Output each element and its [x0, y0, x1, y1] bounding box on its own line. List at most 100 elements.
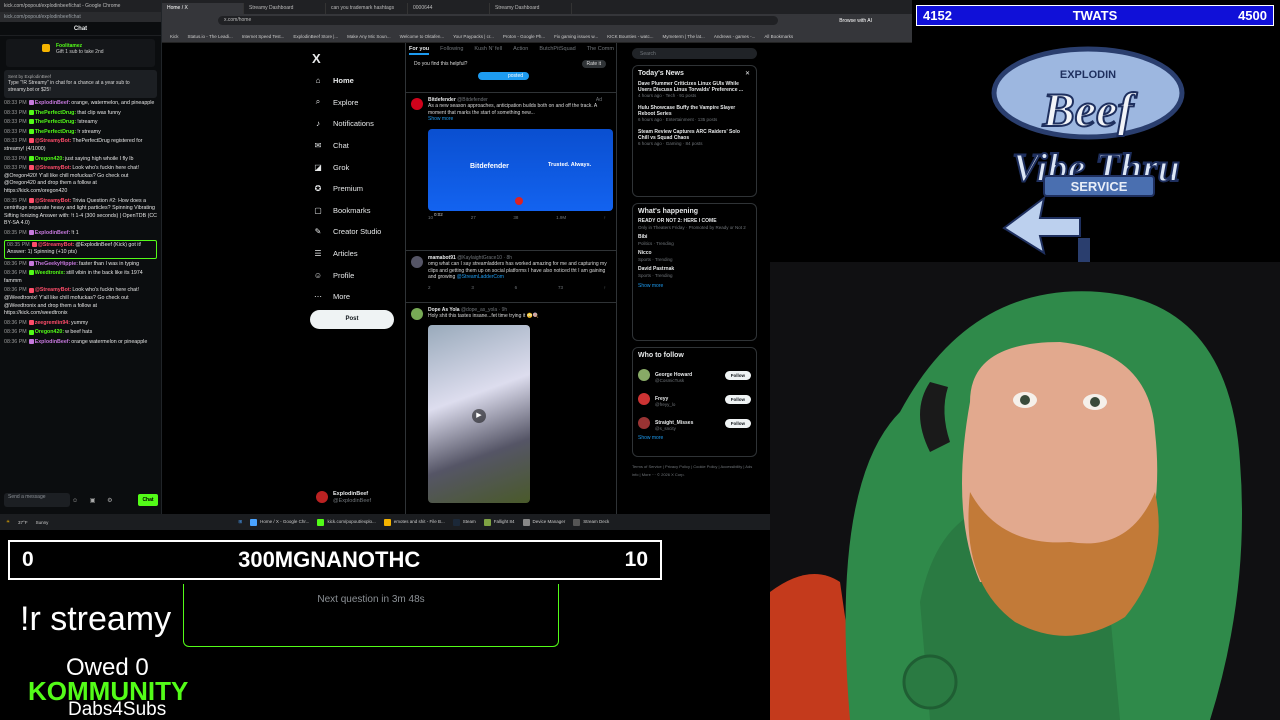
nav-item-creator-studio[interactable]: ✎ Creator Studio	[312, 221, 382, 243]
browser-tab[interactable]: Streamy Dashboard	[244, 3, 326, 14]
reply-count[interactable]: 2	[428, 285, 431, 291]
bookmark-item[interactable]: Your Paypacks | cr...	[453, 34, 494, 39]
taskbar-app[interactable]: Fallight 84	[483, 518, 515, 526]
view-count[interactable]: 1.9M	[556, 215, 566, 221]
pinned-message[interactable]: Sent by ExplodinBeef Type "!R Streamy" i…	[4, 70, 157, 98]
start-button-icon[interactable]: ⊞	[238, 519, 242, 525]
nav-item-bookmarks[interactable]: ▢ Bookmarks	[312, 200, 381, 222]
message-username[interactable]: zeegremlin94:	[35, 320, 70, 326]
nav-item-home[interactable]: ⌂ Home	[312, 70, 381, 92]
message-username[interactable]: @StreamyBot:	[38, 242, 75, 248]
bookmark-item[interactable]: Kick	[170, 34, 179, 39]
follow-suggestion[interactable]: Freyy @freyy_lo Follow	[638, 387, 751, 411]
x-logo[interactable]: X	[312, 51, 321, 66]
share-icon[interactable]: ↑	[604, 285, 606, 291]
message-username[interactable]: ExplodinBeef:	[35, 339, 71, 345]
taskbar-app[interactable]: emotes and shit - File B...	[383, 518, 445, 526]
bookmark-item[interactable]: Fix gaming issues w...	[554, 34, 598, 39]
bookmark-item[interactable]: Make Any Mic Soun...	[347, 34, 391, 39]
nav-item-articles[interactable]: ☰ Articles	[312, 243, 381, 265]
repost-count[interactable]: 27	[471, 215, 476, 221]
mention-link[interactable]: @StreamLadderCom	[457, 274, 504, 280]
like-count[interactable]: 6	[515, 285, 518, 291]
message-username[interactable]: @StreamyBot:	[35, 165, 72, 171]
nav-item-premium[interactable]: ✪ Premium	[312, 178, 381, 200]
tweet-author[interactable]: Bitdefender	[428, 97, 456, 103]
bookmark-item[interactable]: Internet Speed Test...	[242, 34, 285, 39]
bookmark-item[interactable]: Mymeterm | The lat...	[662, 34, 704, 39]
chat-send-button[interactable]: Chat	[138, 494, 158, 506]
news-item[interactable]: Steam Review Captures ARC Raiders' Solo …	[638, 129, 751, 147]
reply-count[interactable]: 10	[428, 215, 433, 221]
message-username[interactable]: @StreamyBot:	[35, 138, 72, 144]
timeline-tab[interactable]: Following	[440, 46, 463, 55]
nav-item-grok[interactable]: ◪ Grok	[312, 156, 381, 178]
news-item[interactable]: Dave Plummer Criticizes Linux GUIs While…	[638, 81, 751, 99]
search-input[interactable]: Search	[632, 48, 757, 59]
message-username[interactable]: ThePerfectDrug:	[35, 129, 77, 135]
show-more-link[interactable]: Show more	[638, 435, 751, 441]
trend-item[interactable]: David Pastrnak Sports · Trending	[638, 266, 751, 278]
tweet-card[interactable]: mamabot91 @KaylaightGrace10 · 8h omg wha…	[406, 251, 616, 303]
tweet-card[interactable]: Dope As Yola @dope_as_yola · 9h Holy shi…	[406, 303, 616, 513]
taskbar-app[interactable]: Steam	[452, 518, 476, 526]
message-username[interactable]: @StreamyBot:	[35, 287, 72, 293]
browse-ai-button[interactable]: Browse with AI	[839, 18, 872, 24]
share-icon[interactable]: ↑	[604, 215, 606, 221]
posted-pill[interactable]: posted	[478, 72, 530, 80]
tweet-video[interactable]: ▶	[428, 324, 530, 503]
bookmark-item[interactable]: Status.io - The Leadi...	[188, 34, 233, 39]
trend-item[interactable]: Nicco Sports · Trending	[638, 250, 751, 262]
message-username[interactable]: ExplodinBeef:	[35, 100, 71, 106]
address-bar[interactable]: x.com/home	[218, 16, 778, 25]
bookmark-item[interactable]: Welcome to Oktafen...	[400, 34, 444, 39]
timeline-tab[interactable]: ButchPitSquad	[539, 46, 575, 55]
ad-media[interactable]: Bitdefender Trusted. Always. 0:02	[428, 128, 613, 217]
tweet-card[interactable]: Bitdefender @Bitdefender Ad As a new sea…	[406, 93, 616, 251]
browser-tab[interactable]: Home / X	[162, 3, 244, 14]
message-username[interactable]: Oregon420:	[35, 156, 64, 162]
message-username[interactable]: Oregon420:	[35, 329, 64, 335]
timeline-tab[interactable]: The Comm	[587, 46, 614, 55]
rate-it-button[interactable]: Rate it	[581, 60, 606, 68]
nav-item-explore[interactable]: ⌕ Explore	[312, 92, 381, 114]
show-more-link[interactable]: Show more	[428, 116, 610, 122]
show-more-link[interactable]: Show more	[638, 283, 751, 289]
bookmark-item[interactable]: Andrews - games -...	[714, 34, 756, 39]
nav-item-notifications[interactable]: ♪ Notifications	[312, 113, 381, 135]
follow-button[interactable]: Follow	[724, 370, 751, 380]
message-username[interactable]: TheGeekyHippie:	[35, 261, 78, 267]
taskbar-app[interactable]: Home / X - Google Chr...	[250, 518, 309, 526]
chat-input[interactable]: Send a message	[4, 493, 70, 507]
tweet-author[interactable]: mamabot91	[428, 255, 456, 261]
browser-tab[interactable]: 0000644	[408, 3, 490, 14]
close-icon[interactable]: ✕	[745, 70, 750, 77]
gift-banner[interactable]: Foolitamez Gift 1 sub to take 2nd	[6, 39, 155, 67]
follow-suggestion[interactable]: Straight_Misses @s_sncity Follow	[638, 411, 751, 435]
timeline-tab[interactable]: Kush N' fell	[474, 46, 502, 55]
trend-item[interactable]: READY OR NOT 2: HERE I COME Only in Theat…	[638, 218, 751, 230]
news-item[interactable]: Hulu Showcase Buffy the Vampire Slayer R…	[638, 105, 751, 123]
bookmark-item[interactable]: ExplodinBeef Store |...	[293, 34, 338, 39]
follow-suggestion[interactable]: George Howard @CosmicTusk Follow	[638, 363, 751, 387]
like-count[interactable]: 38	[513, 215, 518, 221]
browser-tab[interactable]: Streamy Dashboard	[490, 3, 572, 14]
play-icon[interactable]: ▶	[472, 408, 486, 423]
view-count[interactable]: 73	[558, 285, 563, 291]
browser-tab[interactable]: can you trademark hashtags	[326, 3, 408, 14]
message-username[interactable]: ExplodinBeef:	[35, 230, 71, 236]
taskbar-app[interactable]: Device Manager	[522, 518, 565, 526]
nav-item-profile[interactable]: ☺ Profile	[312, 264, 381, 286]
repost-count[interactable]: 3	[471, 285, 474, 291]
message-username[interactable]: @StreamyBot:	[35, 198, 72, 204]
nav-item-chat[interactable]: ✉ Chat	[312, 135, 381, 157]
taskbar-app[interactable]: Stream Deck	[573, 518, 609, 526]
timeline-tab[interactable]: For you	[409, 46, 430, 55]
bookmark-item[interactable]: KICK Bounties - watc...	[607, 34, 653, 39]
message-username[interactable]: ThePerfectDrug:	[35, 119, 77, 125]
x-footer-links[interactable]: Terms of Service | Privacy Policy | Cook…	[632, 463, 757, 479]
account-switcher[interactable]: ExplodinBeef @ExplodinBeef	[312, 489, 402, 507]
weather-icon[interactable]: ☀	[6, 519, 10, 525]
follow-button[interactable]: Follow	[724, 394, 751, 404]
nav-item-more[interactable]: ⋯ More	[312, 286, 381, 308]
